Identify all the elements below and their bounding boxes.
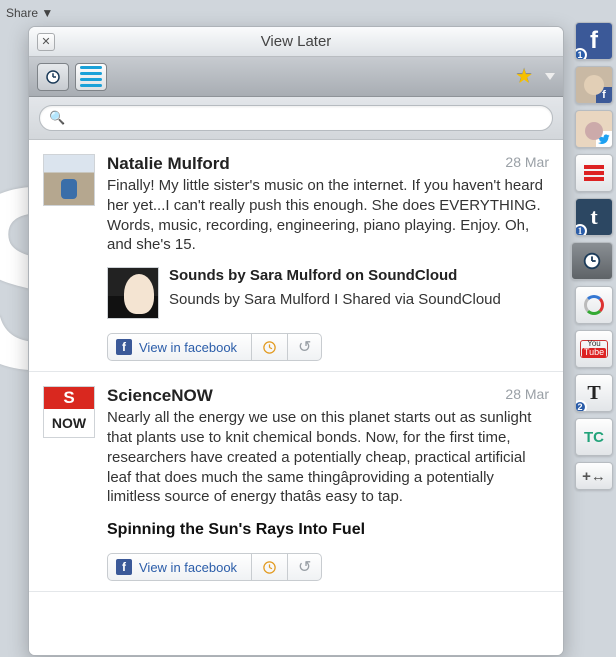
facebook-corner-icon: f bbox=[596, 87, 612, 103]
panel-title: View Later bbox=[29, 33, 563, 50]
badge: 1 bbox=[575, 48, 587, 60]
list-view-button[interactable] bbox=[75, 63, 107, 91]
post-text: Nearly all the energy we use on this pla… bbox=[107, 408, 549, 507]
attachment-title: Sounds by Sara Mulford on SoundCloud bbox=[169, 267, 549, 286]
post-date: 28 Mar bbox=[505, 386, 549, 402]
titlebar: ✕ View Later bbox=[29, 27, 563, 57]
view-in-facebook-button[interactable]: f View in facebook bbox=[107, 333, 252, 361]
searchbar: 🔍 bbox=[29, 97, 563, 140]
clock-icon bbox=[44, 68, 62, 86]
dock-youtube[interactable]: YouTube bbox=[575, 330, 613, 368]
post-actions: f View in facebook ↺ bbox=[107, 553, 549, 581]
post-date: 28 Mar bbox=[505, 154, 549, 170]
attachment-thumb bbox=[107, 267, 159, 319]
post-actions: f View in facebook ↺ bbox=[107, 333, 549, 361]
post-author: Natalie Mulford bbox=[107, 154, 230, 174]
close-button[interactable]: ✕ bbox=[37, 33, 55, 51]
dropdown-toggle[interactable] bbox=[545, 73, 555, 80]
avatar-bot: NOW bbox=[52, 409, 86, 437]
badge: 1 bbox=[575, 224, 587, 236]
feed: Natalie Mulford 28 Mar Finally! My littl… bbox=[29, 140, 563, 655]
avatar: S NOW bbox=[43, 386, 95, 438]
dock-view-later[interactable] bbox=[571, 242, 613, 280]
facebook-icon: f bbox=[116, 559, 132, 575]
post-text: Finally! My little sister's music on the… bbox=[107, 176, 549, 255]
toolbar: ★ bbox=[29, 57, 563, 97]
share-hint: Share ▼ bbox=[6, 6, 53, 20]
dock-tumblr[interactable]: t 1 bbox=[575, 198, 613, 236]
dock-techcrunch[interactable]: TC bbox=[575, 418, 613, 456]
list-icon bbox=[80, 66, 102, 87]
clock-icon bbox=[262, 560, 277, 575]
view-later-panel: ✕ View Later ★ 🔍 bbox=[28, 26, 564, 656]
youtube-icon: YouTube bbox=[580, 340, 608, 358]
twitter-corner-icon bbox=[596, 131, 612, 147]
post-author: ScienceNOW bbox=[107, 386, 213, 406]
espn-icon bbox=[584, 165, 604, 181]
favorite-button[interactable]: ★ bbox=[515, 64, 533, 89]
view-in-facebook-button[interactable]: f View in facebook bbox=[107, 553, 252, 581]
save-later-button[interactable] bbox=[252, 333, 288, 361]
undo-button[interactable]: ↺ bbox=[288, 333, 322, 361]
sidebar-dock: f 1 f t 1 YouTube T 2 TC +↔ bbox=[570, 22, 616, 490]
avatar-top: S bbox=[44, 387, 94, 409]
tc-icon: TC bbox=[584, 429, 604, 446]
undo-icon: ↺ bbox=[298, 337, 311, 357]
plus-icon: +↔ bbox=[582, 468, 606, 485]
action-label: View in facebook bbox=[139, 560, 237, 575]
dock-profile-2[interactable] bbox=[575, 110, 613, 148]
action-label: View in facebook bbox=[139, 340, 237, 355]
undo-icon: ↺ bbox=[298, 557, 311, 577]
post-headline: Spinning the Sun's Rays Into Fuel bbox=[107, 521, 549, 539]
clock-icon bbox=[581, 250, 603, 272]
history-button[interactable] bbox=[37, 63, 69, 91]
nyt-icon: T bbox=[587, 382, 600, 405]
undo-button[interactable]: ↺ bbox=[288, 553, 322, 581]
reader-icon bbox=[584, 295, 604, 315]
avatar bbox=[43, 154, 95, 206]
search-input[interactable] bbox=[39, 105, 553, 131]
post-attachment: Sounds by Sara Mulford on SoundCloud Sou… bbox=[107, 267, 549, 319]
dock-espn[interactable] bbox=[575, 154, 613, 192]
facebook-icon: f bbox=[116, 339, 132, 355]
dock-facebook[interactable]: f 1 bbox=[575, 22, 613, 60]
badge: 2 bbox=[575, 400, 587, 412]
clock-icon bbox=[262, 340, 277, 355]
attachment-desc: Sounds by Sara Mulford I Shared via Soun… bbox=[169, 290, 549, 310]
close-icon: ✕ bbox=[41, 35, 50, 48]
feed-post: Natalie Mulford 28 Mar Finally! My littl… bbox=[29, 140, 563, 372]
dock-google-reader[interactable] bbox=[575, 286, 613, 324]
dock-add[interactable]: +↔ bbox=[575, 462, 613, 490]
save-later-button[interactable] bbox=[252, 553, 288, 581]
dock-profile-1[interactable]: f bbox=[575, 66, 613, 104]
feed-post: S NOW ScienceNOW 28 Mar Nearly all the e… bbox=[29, 372, 563, 592]
dock-nyt[interactable]: T 2 bbox=[575, 374, 613, 412]
